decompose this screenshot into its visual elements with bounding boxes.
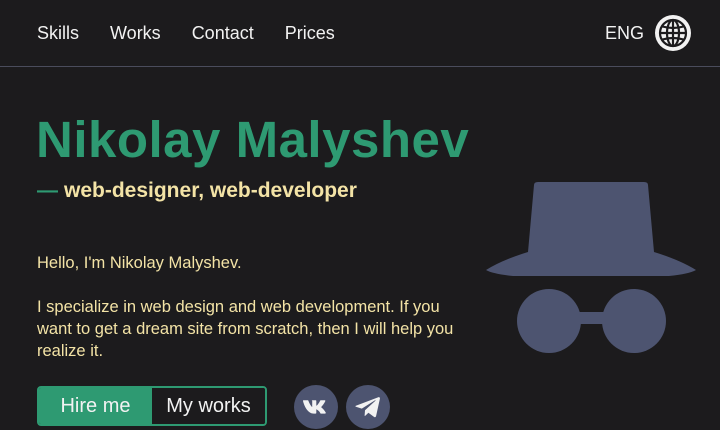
nav-link-prices[interactable]: Prices — [285, 22, 335, 44]
nav-link-works[interactable]: Works — [110, 22, 161, 44]
greeting-text: Hello, I'm Nikolay Malyshev. — [37, 254, 242, 272]
description-text: I specialize in web design and web devel… — [37, 298, 454, 360]
language-label[interactable]: ENG — [605, 23, 644, 44]
main-nav: Skills Works Contact Prices — [37, 22, 366, 44]
nav-link-contact[interactable]: Contact — [192, 22, 254, 44]
vk-link[interactable] — [294, 385, 338, 429]
site-header: Skills Works Contact Prices ENG — [0, 0, 720, 67]
hero-name: Nikolay Malyshev — [36, 111, 470, 168]
role-text: web-designer, web-developer — [64, 179, 357, 202]
cta-button-group: Hire me My works — [37, 386, 267, 426]
telegram-link[interactable] — [346, 385, 390, 429]
language-switcher[interactable]: ENG — [605, 14, 692, 52]
my-works-button[interactable]: My works — [152, 388, 265, 424]
hero-role: — web-designer, web-developer — [37, 178, 357, 204]
globe-icon[interactable] — [654, 14, 692, 52]
vk-icon — [303, 400, 326, 414]
role-dash: — — [37, 179, 58, 202]
nav-link-skills[interactable]: Skills — [37, 22, 79, 44]
telegram-icon — [355, 397, 380, 418]
hire-me-button[interactable]: Hire me — [39, 388, 152, 424]
incognito-icon — [486, 182, 696, 353]
hero-intro: Hello, I'm Nikolay Malyshev. I specializ… — [37, 252, 467, 384]
